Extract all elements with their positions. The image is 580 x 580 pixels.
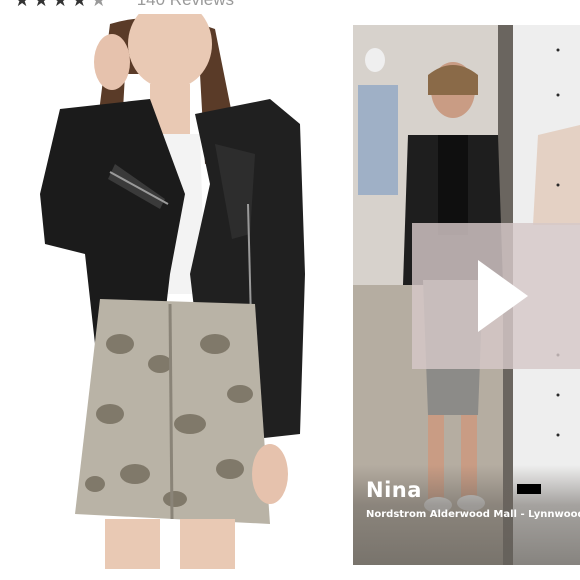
product-image[interactable] [0, 14, 340, 569]
review-count-link[interactable]: 140 Reviews [137, 0, 234, 9]
rating-bar: ★ ★ ★ ★ ★ 140 Reviews [14, 0, 234, 10]
star-icon: ★ [52, 0, 69, 10]
presenter-name: Nina [366, 478, 422, 502]
star-rating[interactable]: ★ ★ ★ ★ ★ [14, 0, 107, 9]
star-half-icon: ★ [90, 0, 107, 10]
play-icon [478, 260, 528, 332]
model-illustration [40, 14, 305, 569]
star-icon: ★ [71, 0, 88, 10]
play-button[interactable] [412, 223, 580, 369]
star-icon: ★ [14, 0, 31, 10]
black-marker [517, 484, 541, 494]
video-player[interactable]: Nina Nordstrom Alderwood Mall - Lynnwood… [353, 25, 580, 565]
star-icon: ★ [33, 0, 50, 10]
presenter-location: Nordstrom Alderwood Mall - Lynnwood, WA [366, 509, 580, 520]
